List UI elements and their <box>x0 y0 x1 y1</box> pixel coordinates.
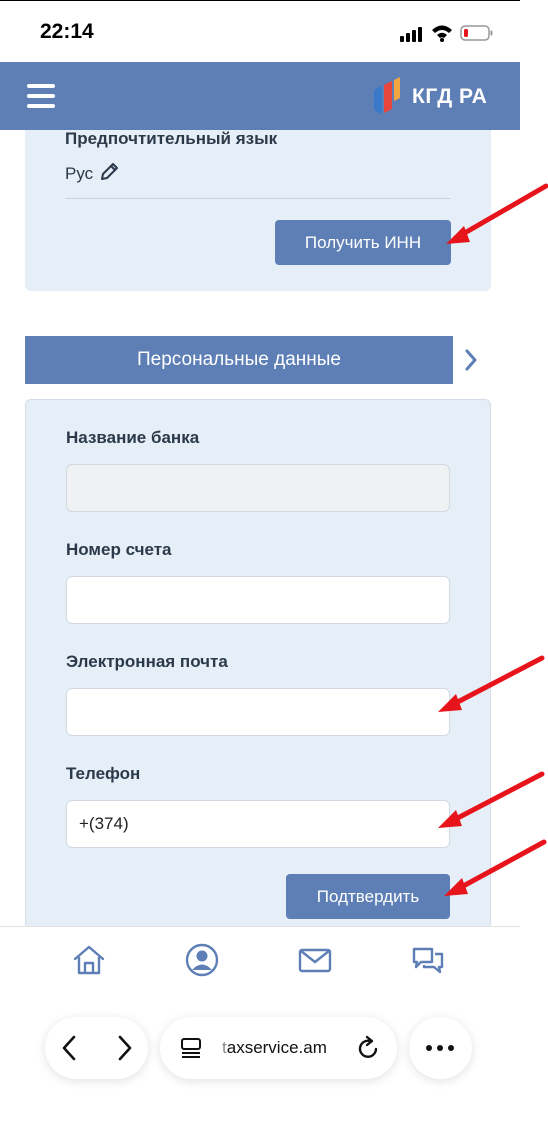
phone-label: Телефон <box>66 764 141 783</box>
hamburger-icon[interactable] <box>27 84 57 108</box>
chat-icon[interactable] <box>411 943 445 977</box>
brand-title: КГД РА <box>412 85 488 108</box>
section-tab-personal-data[interactable]: Персональные данные <box>25 336 453 384</box>
phone-field[interactable] <box>66 800 450 848</box>
confirm-button[interactable]: Подтвердить <box>286 874 450 919</box>
get-inn-button[interactable]: Получить ИНН <box>275 220 451 265</box>
status-bar: 22:14 <box>0 0 548 62</box>
wifi-icon <box>432 25 452 42</box>
email-field[interactable] <box>66 688 450 736</box>
account-number-label: Номер счета <box>66 540 172 559</box>
profile-icon[interactable] <box>185 943 219 977</box>
url-domain: axservice.am <box>226 1038 327 1057</box>
home-icon[interactable] <box>72 943 106 977</box>
kgd-logo-icon <box>374 77 400 114</box>
screen: 22:14 КГД РА Предпочтительный язык Рус П… <box>0 0 548 1125</box>
bank-name-label: Название банка <box>66 428 200 447</box>
language-title: Предпочтительный язык <box>65 129 278 148</box>
mail-icon[interactable] <box>298 943 332 977</box>
settings-card <box>25 130 491 291</box>
language-value: Рус <box>65 164 94 183</box>
status-time: 22:14 <box>40 20 94 43</box>
tab-overview-icon[interactable] <box>180 1037 202 1059</box>
more-dots-icon[interactable] <box>425 1042 455 1054</box>
annotation-arrow <box>444 839 547 896</box>
url-text[interactable]: taxservice.am <box>222 1038 327 1058</box>
battery-icon <box>460 25 493 41</box>
email-label: Электронная почта <box>66 652 228 671</box>
forward-icon[interactable] <box>115 1034 135 1062</box>
annotation-arrow <box>438 655 545 712</box>
account-number-field[interactable] <box>66 576 450 624</box>
signal-icon <box>400 27 422 42</box>
reload-icon[interactable] <box>356 1035 380 1061</box>
bank-name-field[interactable] <box>66 464 450 512</box>
annotation-arrow <box>446 183 548 244</box>
back-icon[interactable] <box>59 1034 79 1062</box>
pencil-icon[interactable] <box>99 162 119 182</box>
chevron-right-icon[interactable] <box>463 348 479 372</box>
annotation-arrow <box>438 771 545 828</box>
divider <box>65 198 451 199</box>
